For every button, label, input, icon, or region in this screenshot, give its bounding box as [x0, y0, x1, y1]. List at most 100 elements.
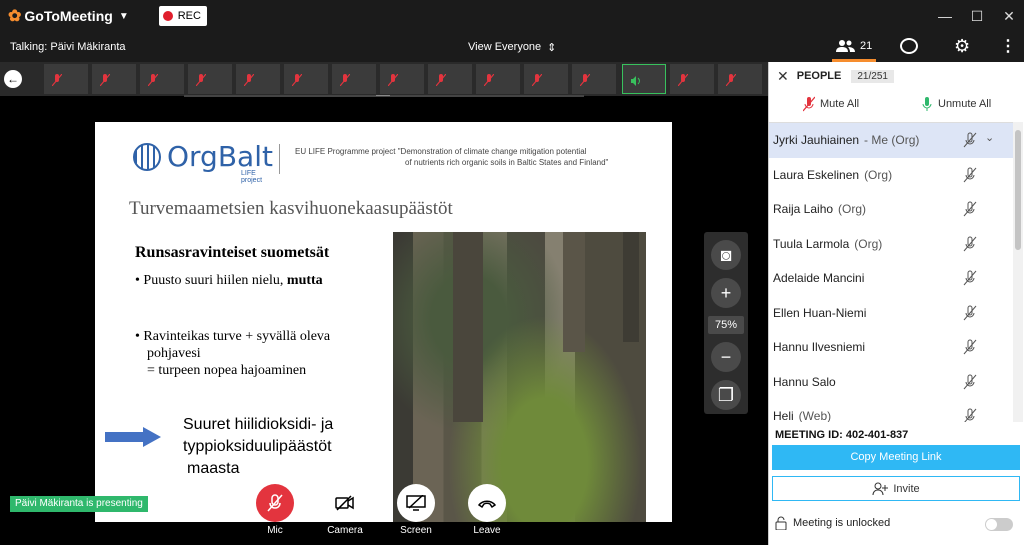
muted-mic-icon[interactable] — [963, 305, 977, 321]
muted-mic-icon — [292, 74, 302, 86]
back-arrow-icon[interactable]: ← — [4, 70, 22, 88]
muted-mic-icon[interactable] — [963, 408, 977, 422]
pop-out-icon[interactable]: ❐ — [711, 380, 741, 410]
person-tag: (Org) — [864, 167, 893, 182]
muted-mic-icon — [340, 74, 350, 86]
list-item[interactable]: Adelaide Mancini — [769, 261, 1013, 296]
mute-all-button[interactable]: Mute All — [803, 96, 859, 112]
attendee-thumbnail[interactable] — [92, 64, 136, 94]
meeting-id: MEETING ID: 402-401-837 — [775, 429, 908, 441]
minimize-button[interactable]: — — [938, 8, 952, 24]
attendee-thumbnail[interactable] — [572, 64, 616, 94]
muted-mic-icon — [196, 74, 206, 86]
tab-people[interactable]: 21 — [832, 32, 877, 62]
zoom-in-button[interactable]: + — [711, 278, 741, 308]
copy-meeting-link-button[interactable]: Copy Meeting Link — [772, 445, 1020, 470]
attendee-list: Jyrki Jauhiainen - Me (Org) ⌄ Laura Eske… — [769, 122, 1013, 422]
camera-off-icon — [335, 495, 354, 511]
attendee-thumbnail[interactable] — [188, 64, 232, 94]
attendee-thumbnail[interactable] — [140, 64, 184, 94]
forest-photo — [393, 232, 646, 522]
bullet1-text: Puusto suuri hiilen nielu, — [143, 273, 287, 288]
muted-mic-icon — [52, 74, 62, 86]
person-name: Ellen Huan-Niemi — [773, 305, 867, 320]
list-item[interactable]: Jyrki Jauhiainen - Me (Org) ⌄ — [769, 123, 1013, 158]
unmute-all-button[interactable]: Unmute All — [921, 96, 991, 112]
muted-mic-icon[interactable] — [963, 270, 977, 286]
attendee-thumbnail[interactable] — [332, 64, 376, 94]
window-controls: — ☐ ✕ — [938, 0, 1016, 32]
attendee-thumbnail[interactable] — [476, 64, 520, 94]
list-item[interactable]: Hannu Salo — [769, 365, 1013, 400]
attendee-thumbnail[interactable] — [284, 64, 328, 94]
attendee-thumbnail[interactable] — [524, 64, 568, 94]
project-description: EU LIFE Programme project "Demonstration… — [295, 146, 655, 168]
person-name: Heli — [773, 409, 794, 422]
close-window-button[interactable]: ✕ — [1002, 8, 1016, 25]
maximize-button[interactable]: ☐ — [970, 8, 984, 25]
panel-tabs: 21 ⚙ ⋮ — [768, 32, 1024, 62]
list-item[interactable]: Hannu Ilvesniemi — [769, 330, 1013, 365]
muted-mic-icon[interactable] — [963, 201, 977, 217]
muted-mic-icon[interactable] — [963, 167, 977, 183]
attendee-thumbnail[interactable] — [718, 64, 762, 94]
muted-mic-icon[interactable] — [963, 236, 977, 252]
orgbalt-logo: OrgBalt LIFE project — [133, 140, 273, 184]
mic-label: Mic — [267, 525, 283, 536]
gear-icon[interactable]: ⚙ — [954, 36, 970, 57]
list-item[interactable]: Tuula Larmola (Org) — [769, 227, 1013, 262]
muted-mic-icon[interactable] — [963, 132, 977, 148]
conclusion-line2: typpioksiduulipäästöt — [183, 438, 332, 455]
presenting-badge: Päivi Mäkiranta is presenting — [10, 496, 148, 512]
globe-icon — [133, 142, 161, 171]
title-bar: ✿ GoToMeeting ▼ REC — ☐ ✕ — [0, 0, 1024, 32]
invite-button[interactable]: Invite — [772, 476, 1020, 501]
muted-mic-icon[interactable] — [963, 339, 977, 355]
gotomeeting-logo-icon: ✿ — [8, 8, 22, 25]
muted-mic-icon — [244, 74, 254, 86]
attendee-thumbnail-speaking[interactable] — [622, 64, 666, 94]
caret-down-icon: ▼ — [118, 10, 129, 22]
attendee-list-scrollbar[interactable] — [1013, 122, 1023, 422]
camera-button[interactable]: Camera — [326, 484, 364, 536]
attendee-count: 21/251 — [851, 69, 894, 83]
chevron-down-icon[interactable]: ⌄ — [985, 131, 994, 144]
camera-snapshot-icon[interactable]: ◙ — [711, 240, 741, 270]
close-icon[interactable]: ✕ — [777, 68, 789, 85]
attendee-thumbnail[interactable] — [380, 64, 424, 94]
list-item[interactable]: Laura Eskelinen (Org) — [769, 158, 1013, 193]
attendee-thumbnail[interactable] — [44, 64, 88, 94]
muted-mic-icon — [388, 74, 398, 86]
slide-divider — [279, 144, 280, 174]
list-item[interactable]: Raija Laiho (Org) — [769, 192, 1013, 227]
muted-mic-icon — [484, 74, 494, 86]
people-title: PEOPLE — [796, 70, 842, 82]
lock-meeting-toggle[interactable] — [985, 518, 1013, 531]
people-panel: ✕ PEOPLE 21/251 Mute All Unmute All Jyrk… — [768, 62, 1024, 545]
zoom-out-button[interactable]: − — [711, 342, 741, 372]
slide-bullet-2: • Ravinteikas turve + syvällä oleva pohj… — [135, 328, 395, 379]
record-dot-icon — [162, 11, 173, 21]
view-label: View Everyone — [468, 41, 542, 53]
screen-button[interactable]: Screen — [397, 484, 435, 536]
slide-conclusion: Suuret hiilidioksidi- ja typpioksiduulip… — [183, 414, 333, 480]
view-everyone-toggle[interactable]: View Everyone ⇕ — [468, 32, 556, 62]
mute-all-label: Mute All — [820, 98, 860, 110]
talking-indicator: Talking: Päivi Mäkiranta — [10, 41, 126, 53]
shared-slide: OrgBalt LIFE project EU LIFE Programme p… — [95, 122, 672, 522]
chat-icon[interactable] — [900, 38, 918, 54]
mic-button[interactable]: Mic — [256, 484, 294, 536]
list-item[interactable]: Ellen Huan-Niemi — [769, 296, 1013, 331]
attendee-thumbnail[interactable] — [670, 64, 714, 94]
attendee-thumbnail[interactable] — [428, 64, 472, 94]
record-button[interactable]: REC — [158, 6, 207, 26]
mic-icon — [922, 97, 932, 111]
app-menu-button[interactable]: ✿ GoToMeeting ▼ — [8, 6, 129, 26]
more-options-icon[interactable]: ⋮ — [1000, 36, 1016, 56]
attendee-thumbnail[interactable] — [236, 64, 280, 94]
leave-button[interactable]: Leave — [468, 484, 506, 536]
list-item[interactable]: Heli (Web) — [769, 399, 1013, 422]
slide-bullet-1: • Puusto suuri hiilen nielu, mutta — [135, 273, 323, 288]
attendee-thumbnail-strip: ← — [0, 62, 768, 96]
muted-mic-icon[interactable] — [963, 374, 977, 390]
